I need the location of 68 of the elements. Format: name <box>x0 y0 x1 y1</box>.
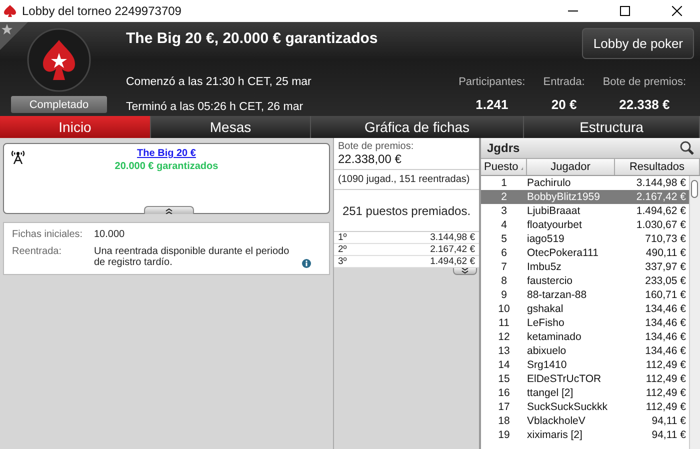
favorite-star-icon[interactable] <box>0 22 28 50</box>
player-row[interactable]: 16 ttangel [2] 112,49 € <box>481 386 689 400</box>
detail-label: Fichas iniciales: <box>12 229 84 240</box>
tab[interactable]: Inicio <box>0 116 151 138</box>
tournament-title: The Big 20 €, 20.000 € garantizados <box>126 30 378 47</box>
stat-label: Bote de premios: <box>602 76 686 88</box>
detail-value: 10.000 <box>94 229 126 240</box>
stat-value: 20 € <box>551 97 577 112</box>
info-icon[interactable] <box>302 259 311 268</box>
player-row[interactable]: 5 iago519 710,73 € <box>481 232 689 246</box>
start-time: Comenzó a las 21:30 h CET, 25 mar <box>126 76 312 88</box>
detail-value: Una reentrada disponible durante el periodo de registro tardío. <box>94 246 290 268</box>
tournament-link[interactable]: The Big 20 € <box>137 148 196 159</box>
place-amount: 2.167,42 € <box>430 244 475 255</box>
tab[interactable]: Gráfica de fichas <box>311 116 524 138</box>
detail-label: Reentrada: <box>12 246 62 259</box>
player-row[interactable]: 12 ketaminado 134,46 € <box>481 330 689 344</box>
player-row[interactable]: 7 Imbu5z 337,97 € <box>481 260 689 274</box>
place-label: 2º <box>338 244 347 255</box>
player-row[interactable]: 2 BobbyBlitz1959 2.167,42 € <box>481 190 689 204</box>
place-amount: 1.494,62 € <box>430 256 475 267</box>
place-amount: 3.144,98 € <box>430 232 475 243</box>
tab[interactable]: Estructura <box>524 116 700 138</box>
scrollbar[interactable] <box>689 176 700 449</box>
chevron-up-icon <box>165 208 173 214</box>
player-row[interactable]: 9 88-tarzan-88 160,71 € <box>481 288 689 302</box>
player-row[interactable]: 15 ElDeSTrUcTOR 112,49 € <box>481 372 689 386</box>
players-title: Jgdrs <box>487 141 520 155</box>
place-label: 1º <box>338 232 347 243</box>
close-icon[interactable] <box>672 6 682 16</box>
column-header[interactable]: Puesto <box>481 159 527 175</box>
guarantee-text: 20.000 € garantizados <box>114 161 218 172</box>
prize-pool-label: Bote de premios: <box>337 140 415 152</box>
player-row[interactable]: 4 floatyourbet 1.030,67 € <box>481 218 689 232</box>
player-row[interactable]: 8 faustercio 233,05 € <box>481 274 689 288</box>
entries-text: (1090 jugad., 151 reentradas) <box>334 169 479 190</box>
app-icon <box>4 5 16 17</box>
place-label: 3º <box>338 256 347 267</box>
player-row[interactable]: 19 xiximaris [2] 94,11 € <box>481 428 689 442</box>
tab[interactable]: Mesas <box>151 116 311 138</box>
player-row[interactable]: 18 VblackholeV 94,11 € <box>481 414 689 428</box>
collapse-button[interactable] <box>144 206 194 214</box>
stat-value: 1.241 <box>476 97 508 112</box>
search-icon[interactable] <box>680 141 694 155</box>
maximize-icon[interactable] <box>620 6 630 16</box>
stat-label: Entrada: <box>543 76 585 88</box>
prize-pool-amount: 22.338,00 € <box>337 152 402 168</box>
chevron-down-icon <box>461 268 469 274</box>
column-header[interactable]: Jugador <box>527 159 615 175</box>
column-header[interactable]: Resultados <box>615 159 700 175</box>
spade-logo-icon <box>27 28 91 92</box>
broadcast-tower-icon <box>11 150 25 164</box>
end-time: Terminó a las 05:26 h CET, 26 mar <box>126 101 304 113</box>
window-title: Lobby del torneo 2249973709 <box>22 4 182 18</box>
poker-lobby-button[interactable]: Lobby de poker <box>582 28 694 59</box>
expand-button[interactable] <box>453 268 477 275</box>
stat-value: 22.338 € <box>619 97 670 112</box>
player-row[interactable]: 10 gshakal 134,46 € <box>481 302 689 316</box>
player-row[interactable]: 14 Srg1410 112,49 € <box>481 358 689 372</box>
stat-label: Participantes: <box>458 76 526 88</box>
status-badge: Completado <box>11 96 107 113</box>
player-row[interactable]: 6 OtecPokera111 490,11 € <box>481 246 689 260</box>
player-row[interactable]: 3 LjubiBraaat 1.494,62 € <box>481 204 689 218</box>
player-row[interactable]: 13 abixuelo 134,46 € <box>481 344 689 358</box>
player-row[interactable]: 1 Pachirulo 3.144,98 € <box>481 176 689 190</box>
paid-places-text: 251 puestos premiados. <box>334 190 479 232</box>
player-row[interactable]: 11 LeFisho 134,46 € <box>481 316 689 330</box>
player-row[interactable]: 17 SuckSuckSuckkk 112,49 € <box>481 400 689 414</box>
